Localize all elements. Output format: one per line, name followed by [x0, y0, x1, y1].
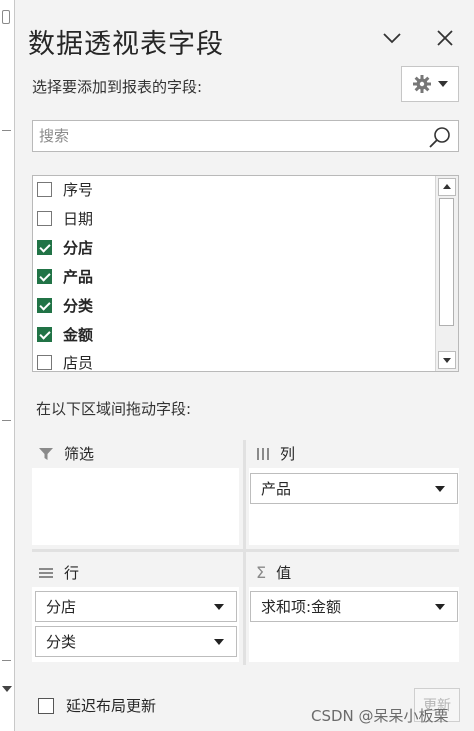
left-edge-panel	[0, 0, 15, 731]
search-field[interactable]	[32, 120, 459, 152]
pill-label: 产品	[261, 480, 292, 498]
rows-icon	[39, 567, 53, 578]
sliver-mark	[2, 10, 10, 24]
values-area-header: Σ 值	[256, 562, 291, 583]
pill-label: 求和项:金额	[261, 598, 342, 616]
field-item[interactable]: 分类	[37, 293, 93, 317]
drag-areas-label: 在以下区域间拖动字段:	[36, 400, 192, 418]
area-divider	[243, 440, 246, 665]
field-checkbox[interactable]	[37, 326, 52, 342]
field-label: 序号	[63, 180, 94, 199]
field-label: 产品	[63, 267, 94, 286]
dropdown-caret-icon	[438, 81, 448, 87]
dropdown-arrow-icon[interactable]	[214, 604, 224, 610]
field-item[interactable]: 分店	[37, 235, 93, 259]
field-checkbox[interactable]	[37, 181, 52, 197]
rows-field-pill[interactable]: 分类	[35, 626, 237, 657]
field-item[interactable]: 日期	[37, 206, 93, 230]
task-pane-options-button[interactable]	[380, 27, 404, 49]
filters-drop-zone[interactable]	[32, 468, 239, 545]
close-button[interactable]	[434, 27, 456, 49]
columns-area-label: 列	[280, 445, 296, 463]
search-input[interactable]	[39, 125, 419, 147]
rows-field-pill[interactable]: 分店	[35, 591, 237, 622]
sliver-tick	[2, 660, 11, 661]
field-label: 日期	[63, 209, 94, 228]
filters-area-header: 筛选	[38, 443, 94, 464]
dropdown-arrow-icon[interactable]	[214, 639, 224, 645]
gear-icon	[413, 75, 431, 93]
columns-area-header: 列	[256, 443, 295, 464]
field-checkbox[interactable]	[37, 268, 52, 284]
field-list: 序号 日期 分店 产品 分类 金额 店员	[32, 175, 459, 372]
rows-area-header: 行	[38, 562, 79, 583]
pane-title: 数据透视表字段	[28, 29, 224, 60]
dropdown-arrow-icon[interactable]	[435, 604, 445, 610]
values-area-label: 值	[276, 564, 292, 582]
sliver-tick	[2, 130, 11, 131]
filter-icon	[39, 447, 53, 460]
values-field-pill[interactable]: 求和项:金额	[250, 591, 458, 622]
field-label: 分类	[63, 296, 94, 315]
defer-layout-label: 延迟布局更新	[66, 697, 157, 715]
columns-field-pill[interactable]: 产品	[250, 473, 458, 504]
pill-label: 分店	[46, 598, 77, 616]
field-checkbox[interactable]	[37, 239, 52, 255]
scroll-up-button[interactable]	[438, 178, 456, 196]
field-label: 金额	[63, 325, 94, 344]
sigma-icon: Σ	[256, 563, 267, 582]
area-divider	[32, 549, 459, 552]
field-item[interactable]: 序号	[37, 177, 93, 201]
field-label: 分店	[63, 238, 94, 257]
rows-area-label: 行	[64, 564, 80, 582]
field-checkbox[interactable]	[37, 210, 52, 226]
field-checkbox[interactable]	[37, 354, 52, 370]
field-item[interactable]: 产品	[37, 264, 93, 288]
choose-fields-label: 选择要添加到报表的字段:	[32, 78, 203, 96]
field-item[interactable]: 金额	[37, 322, 93, 346]
scroll-down-button[interactable]	[438, 351, 456, 369]
tools-settings-button[interactable]	[401, 66, 459, 102]
watermark: CSDN @呆呆小板栗	[311, 707, 449, 725]
field-label: 店员	[63, 353, 94, 372]
columns-icon	[257, 447, 269, 460]
field-checkbox[interactable]	[37, 297, 52, 313]
defer-layout-checkbox[interactable]	[38, 697, 54, 714]
pill-label: 分类	[46, 633, 77, 651]
filters-area-label: 筛选	[64, 445, 95, 463]
scroll-thumb[interactable]	[439, 198, 454, 326]
search-icon[interactable]	[428, 125, 452, 149]
field-item[interactable]: 店员	[37, 350, 94, 372]
chevron-down-icon	[383, 33, 401, 44]
scroll-down-arrow-icon[interactable]	[2, 686, 12, 692]
close-icon	[437, 30, 453, 46]
dropdown-arrow-icon[interactable]	[435, 486, 445, 492]
sliver-tick	[2, 420, 11, 421]
field-list-scrollbar[interactable]	[435, 176, 458, 371]
defer-layout-update[interactable]: 延迟布局更新	[38, 695, 156, 716]
